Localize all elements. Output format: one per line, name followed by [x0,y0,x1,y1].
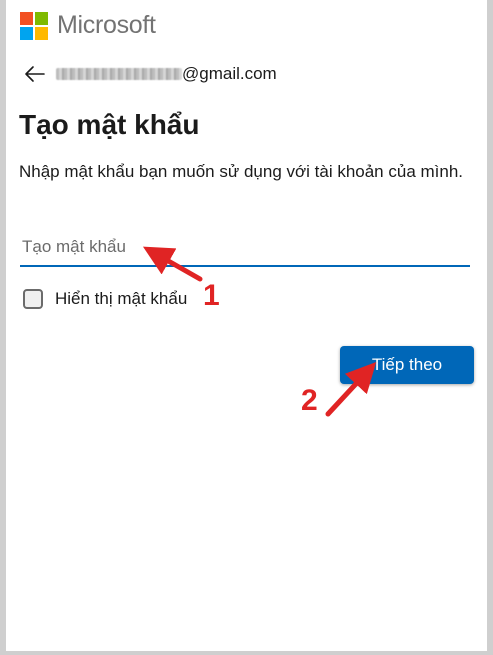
page-description: Nhập mật khẩu bạn muốn sử dụng với tài k… [19,162,464,181]
step-number-1: 1 [203,279,220,312]
tutorial-annotations: 1 2 [142,246,377,417]
step-number-2: 2 [301,384,318,417]
brand-name: Microsoft [57,11,156,39]
redacted-email-user [56,68,182,80]
identity-banner: @gmail.com [24,64,277,84]
sign-in-frame: Microsoft @gmail.com Tạo mật khẩu Nhập m… [6,0,487,651]
show-password-label: Hiển thị mật khẩu [55,289,188,308]
microsoft-grid-icon [20,11,48,40]
show-password-toggle[interactable]: Hiển thị mật khẩu [23,289,187,309]
show-password-checkbox[interactable] [23,289,43,309]
microsoft-logo: Microsoft [20,11,156,40]
email-domain: @gmail.com [182,64,277,83]
password-input[interactable] [20,229,470,267]
next-button[interactable]: Tiếp theo [340,346,474,384]
page-title: Tạo mật khẩu [19,109,200,140]
arrow-left-icon[interactable] [24,64,46,84]
